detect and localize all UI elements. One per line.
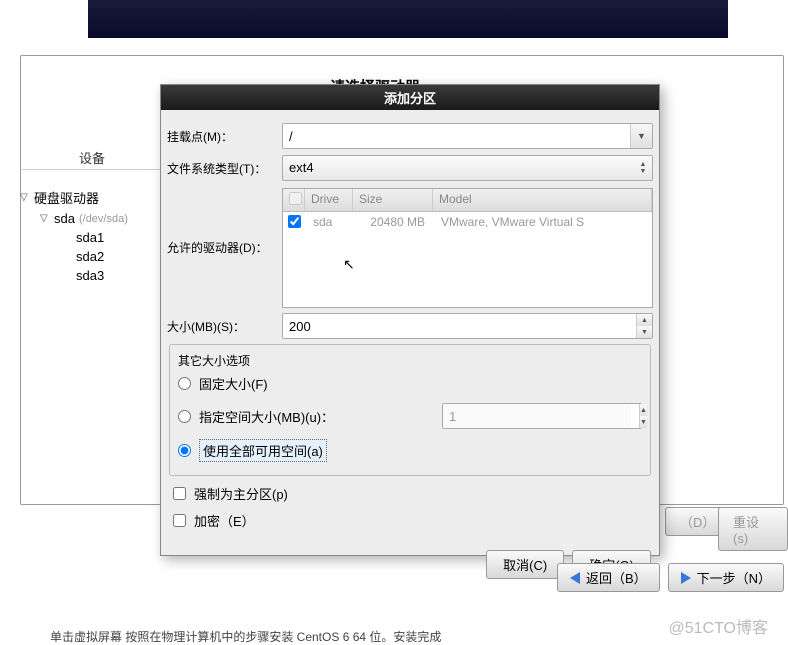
dialog-title: 添加分区 — [161, 85, 659, 110]
col-model: Model — [433, 189, 652, 211]
collapse-icon[interactable]: ▽ — [20, 192, 30, 203]
col-size: Size — [353, 189, 433, 211]
other-legend: 其它大小选项 — [174, 352, 254, 369]
drive-name: sda — [305, 215, 353, 231]
tree-part-sda1[interactable]: sda1 — [76, 228, 160, 247]
tree-part-sda2[interactable]: sda2 — [76, 247, 160, 266]
radio-fixed[interactable] — [178, 377, 191, 390]
vm-hint-text: 单击虚拟屏幕 按照在物理计算机中的步骤安装 CentOS 6 64 位。安装完成 — [50, 628, 441, 645]
drive-size: 20480 MB — [353, 215, 433, 231]
tree-disk-sda[interactable]: ▽ sda (/dev/sda) — [40, 209, 160, 228]
mount-point-label: 挂载点(M)： — [167, 128, 282, 145]
additional-size-options: 其它大小选项 固定大小(F) 指定空间大小(MB)(u)： ▲▼ 使用全部可用空… — [169, 344, 651, 476]
collapse-icon[interactable]: ▽ — [40, 213, 50, 224]
tree-root-drives[interactable]: ▽ 硬盘驱动器 — [20, 186, 160, 209]
allowed-drives-label: 允许的驱动器(D)： — [167, 239, 282, 256]
spin-up-icon: ▲ — [640, 404, 647, 416]
tree-disk-dev: (/dev/sda) — [79, 213, 128, 225]
encrypt-label: 加密（E） — [194, 511, 255, 530]
device-column-header: 设备 — [22, 148, 162, 170]
drives-checkall[interactable] — [289, 192, 302, 205]
select-spinner-icon[interactable]: ▲▼ — [634, 156, 652, 180]
drive-checkbox[interactable] — [288, 215, 301, 228]
mount-point-combo[interactable]: ▼ — [282, 123, 653, 149]
spin-down-icon: ▼ — [640, 416, 647, 428]
back-button[interactable]: 返回（B） — [557, 563, 660, 592]
reset-button[interactable]: 重设(s) — [718, 507, 788, 551]
next-button[interactable]: 下一步（N） — [668, 563, 784, 592]
force-primary-label: 强制为主分区(p) — [194, 484, 288, 503]
tree-root-label: 硬盘驱动器 — [34, 188, 99, 207]
force-primary-checkbox[interactable] — [173, 487, 186, 500]
drives-table: Drive Size Model sda 20480 MB VMware, VM… — [282, 188, 653, 308]
drive-model: VMware, VMware Virtual S — [433, 215, 652, 231]
fstype-value: ext4 — [283, 156, 634, 180]
radio-fill-up-to[interactable] — [178, 410, 191, 423]
fstype-label: 文件系统类型(T)： — [167, 160, 282, 177]
fstype-select[interactable]: ext4 ▲▼ — [282, 155, 653, 181]
size-input[interactable] — [283, 314, 636, 338]
spin-down-icon[interactable]: ▼ — [637, 326, 652, 338]
cancel-button[interactable]: 取消(C) — [486, 550, 564, 579]
add-partition-dialog: 添加分区 挂载点(M)： ▼ 文件系统类型(T)： ext4 ▲▼ 允许的驱动器… — [160, 84, 660, 556]
arrow-left-icon — [570, 572, 580, 584]
fill-size-spinner: ▲▼ — [442, 403, 642, 429]
mount-point-input[interactable] — [283, 124, 630, 148]
fill-size-input — [443, 404, 631, 428]
radio-fill-label: 指定空间大小(MB)(u)： — [199, 407, 334, 426]
col-drive: Drive — [305, 189, 353, 211]
radio-use-all[interactable] — [178, 444, 191, 457]
spin-up-icon[interactable]: ▲ — [637, 314, 652, 326]
dropdown-icon[interactable]: ▼ — [630, 124, 652, 148]
tree-part-sda3[interactable]: sda3 — [76, 266, 160, 285]
drives-table-header: Drive Size Model — [283, 189, 652, 212]
arrow-right-icon — [681, 572, 691, 584]
encrypt-checkbox[interactable] — [173, 514, 186, 527]
drive-row-sda[interactable]: sda 20480 MB VMware, VMware Virtual S — [283, 212, 652, 234]
device-tree: ▽ 硬盘驱动器 ▽ sda (/dev/sda) sda1 sda2 sda3 — [20, 186, 160, 285]
tree-disk-label: sda — [54, 211, 75, 226]
size-spinner[interactable]: ▲▼ — [282, 313, 653, 339]
radio-use-all-label: 使用全部可用空间(a) — [199, 439, 327, 462]
installer-banner — [88, 0, 728, 38]
radio-fixed-label: 固定大小(F) — [199, 374, 268, 393]
size-label: 大小(MB)(S)： — [167, 318, 282, 335]
watermark: @51CTO博客 — [668, 614, 768, 638]
